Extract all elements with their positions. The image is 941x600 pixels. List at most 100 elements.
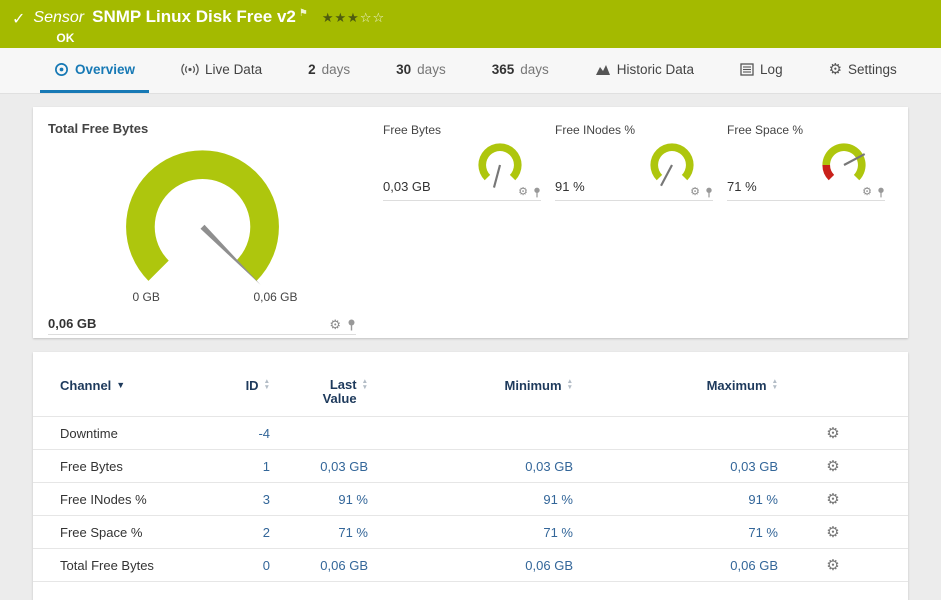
channel-maximum: 0,06 GB: [730, 557, 778, 573]
sensor-title: SNMP Linux Disk Free v2: [92, 7, 296, 26]
tab-label: Overview: [75, 61, 136, 77]
gauge-settings-gear-icon[interactable]: ⚙: [862, 187, 872, 198]
channel-name: Free Bytes: [60, 458, 123, 474]
channel-last-value: 0,03 GB: [320, 458, 368, 474]
tab-number: 2: [308, 61, 316, 77]
channel-settings-gear-icon[interactable]: ⚙: [826, 491, 839, 508]
channel-settings-gear-icon[interactable]: ⚙: [826, 458, 839, 475]
tab-label: days: [417, 61, 446, 77]
tab-historic-data[interactable]: Historic Data: [581, 48, 708, 93]
table-row: Total Free Bytes 0 0,06 GB 0,06 GB 0,06 …: [33, 548, 908, 581]
gauge-settings-gear-icon[interactable]: ⚙: [518, 187, 528, 198]
gauge-scale-min: 0 GB: [132, 290, 160, 304]
pin-icon[interactable]: [877, 187, 885, 198]
historic-data-icon: [595, 64, 610, 75]
tab-settings[interactable]: ⚙ Settings: [815, 48, 911, 93]
small-gauge-value: 91 %: [555, 179, 585, 194]
small-gauge-title: Free Space %: [727, 123, 804, 137]
small-gauge-chart: [478, 143, 522, 188]
gauge-scale-max: 0,06 GB: [253, 290, 298, 304]
column-label: Channel: [60, 378, 112, 393]
channel-settings-gear-icon[interactable]: ⚙: [826, 524, 839, 541]
tab-bar: Overview Live Data 2 days 30 days 365 da…: [0, 48, 941, 94]
small-gauge-free-inodes: Free INodes % 91 % ⚙: [555, 121, 713, 338]
small-gauge-free-space: Free Space % 71 % ⚙: [727, 121, 885, 338]
pin-icon[interactable]: [705, 187, 713, 198]
channel-minimum: 0,03 GB: [525, 458, 573, 474]
column-header-last-value[interactable]: Last Value ▲ ▼: [270, 378, 368, 406]
tab-label: Live Data: [205, 61, 263, 77]
small-gauge-value: 0,03 GB: [383, 179, 431, 194]
column-label: Maximum: [706, 378, 767, 393]
channel-maximum: 0,03 GB: [730, 458, 778, 474]
pin-icon[interactable]: [347, 319, 356, 331]
main-gauge-title: Total Free Bytes: [48, 121, 149, 136]
log-icon: [740, 62, 754, 76]
main-gauge: 0 GB 0,06 GB: [105, 136, 300, 314]
small-gauge-title: Free Bytes: [383, 123, 442, 137]
channel-last-value: 71 %: [338, 524, 368, 540]
sort-desc-icon: ▼: [116, 380, 126, 390]
channel-maximum: 91 %: [748, 491, 778, 507]
tab-number: 365: [491, 61, 515, 77]
column-header-minimum[interactable]: Minimum ▲ ▼: [368, 378, 574, 393]
table-row: Free Space % 2 71 % 71 % 71 % ⚙: [33, 515, 908, 548]
channel-id: 1: [262, 458, 270, 474]
column-label: Last Value: [322, 377, 357, 406]
channel-settings-gear-icon[interactable]: ⚙: [826, 425, 839, 442]
stars-filled: ★★★: [321, 10, 360, 25]
channel-minimum: 0,06 GB: [525, 557, 573, 573]
table-row: Free Bytes 1 0,03 GB 0,03 GB 0,03 GB ⚙: [33, 449, 908, 482]
channel-minimum: 91 %: [543, 491, 573, 507]
status-ok-check-icon: ✓: [12, 11, 26, 28]
channel-name: Free Space %: [60, 524, 143, 540]
sensor-header: ✓ Sensor SNMP Linux Disk Free v2 ⚑ ★★★☆☆…: [0, 0, 941, 48]
channel-id: 3: [262, 491, 270, 507]
column-label: Minimum: [504, 378, 562, 393]
tab-365-days[interactable]: 365 days: [478, 48, 563, 93]
channel-id: 2: [262, 524, 270, 540]
sort-icon: ▲ ▼: [263, 378, 270, 391]
table-row: Downtime -4 ⚙: [33, 416, 908, 449]
table-header-row: Channel ▼ ID ▲ ▼ Last Value ▲ ▼ Minimum ▲ ▼…: [33, 378, 908, 416]
channel-maximum: 71 %: [748, 524, 778, 540]
tab-label: Settings: [848, 61, 897, 77]
tab-overview[interactable]: Overview: [40, 48, 150, 93]
tab-label: days: [520, 61, 549, 77]
sort-icon: ▲ ▼: [771, 378, 778, 391]
small-gauge-title: Free INodes %: [555, 123, 636, 137]
tab-label: days: [321, 61, 351, 77]
column-header-channel[interactable]: Channel ▼: [33, 378, 220, 393]
pin-icon[interactable]: [533, 187, 541, 198]
tab-2-days[interactable]: 2 days: [294, 48, 364, 93]
channel-name: Free INodes %: [60, 491, 147, 507]
gauge-needle: [660, 164, 673, 187]
main-gauge-value: 0,06 GB: [48, 316, 97, 331]
stars-empty: ☆☆: [359, 10, 386, 25]
channel-id: -4: [258, 425, 270, 441]
channel-name: Downtime: [60, 425, 118, 441]
small-gauges-row: Free Bytes 0,03 GB ⚙ Free INodes % 91 % …: [383, 121, 888, 338]
channel-settings-gear-icon[interactable]: ⚙: [826, 557, 839, 574]
tab-log[interactable]: Log: [726, 48, 797, 93]
main-gauge-block: Total Free Bytes 0 GB 0,06 GB 0,06 GB ⚙: [48, 121, 356, 338]
priority-stars[interactable]: ★★★☆☆: [322, 10, 385, 26]
title-block: Sensor SNMP Linux Disk Free v2 ⚑ ★★★☆☆ O…: [33, 7, 385, 45]
column-header-maximum[interactable]: Maximum ▲ ▼: [573, 378, 778, 393]
object-kind-label: Sensor: [33, 9, 85, 26]
small-gauge-chart: [822, 143, 866, 181]
tab-30-days[interactable]: 30 days: [382, 48, 460, 93]
flag-icon[interactable]: ⚑: [299, 8, 308, 19]
channel-last-value: 91 %: [338, 491, 368, 507]
small-gauge-chart: [650, 143, 694, 187]
prtg-sensor-page: ✓ Sensor SNMP Linux Disk Free v2 ⚑ ★★★☆☆…: [0, 0, 941, 600]
channels-table-panel: Channel ▼ ID ▲ ▼ Last Value ▲ ▼ Minimum ▲ ▼…: [33, 352, 908, 600]
gauge-settings-gear-icon[interactable]: ⚙: [690, 187, 700, 198]
tab-live-data[interactable]: Live Data: [167, 48, 276, 93]
gauge-settings-gear-icon[interactable]: ⚙: [329, 318, 341, 331]
table-row: Free INodes % 3 91 % 91 % 91 % ⚙: [33, 482, 908, 515]
small-gauge-value: 71 %: [727, 179, 757, 194]
gauges-panel: Total Free Bytes 0 GB 0,06 GB 0,06 GB ⚙: [33, 107, 908, 338]
column-header-id[interactable]: ID ▲ ▼: [220, 378, 270, 393]
overview-icon: [55, 62, 68, 76]
